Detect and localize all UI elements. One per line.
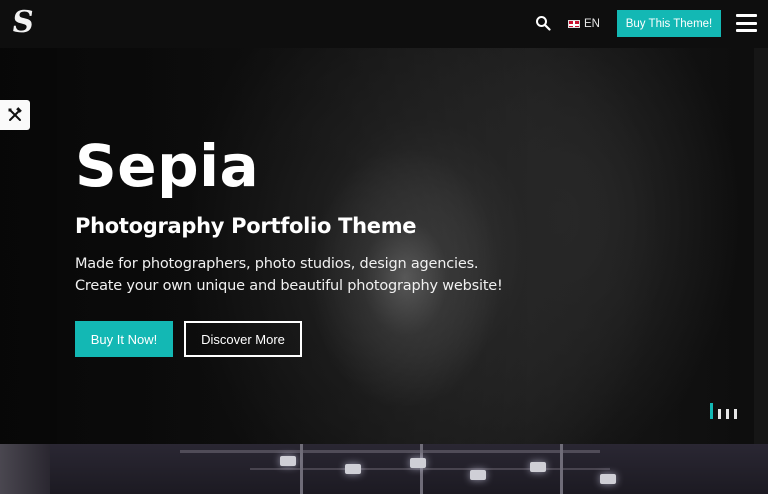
slider-pagination <box>710 403 737 419</box>
slide-indicator-1[interactable] <box>710 403 713 419</box>
hero-slider: Sepia Photography Portfolio Theme Made f… <box>0 48 768 444</box>
hamburger-bar <box>736 21 757 25</box>
tools-icon[interactable] <box>0 100 30 130</box>
stage-beam <box>560 444 563 494</box>
stage-light <box>530 462 546 472</box>
language-code: EN <box>584 18 600 30</box>
search-icon[interactable] <box>535 15 551 31</box>
hero-title: Sepia <box>75 132 260 200</box>
slide-indicator-4[interactable] <box>734 409 737 419</box>
language-switcher[interactable]: EN <box>568 16 600 32</box>
stage-truss <box>180 450 600 453</box>
scrollbar-track[interactable] <box>754 48 768 444</box>
next-section-preview-image <box>0 444 768 494</box>
discover-more-button[interactable]: Discover More <box>184 321 302 357</box>
stage-light <box>410 458 426 468</box>
stage-light <box>470 470 486 480</box>
stage-beam <box>420 444 423 494</box>
site-logo[interactable]: S <box>9 5 37 40</box>
hero-subtitle: Photography Portfolio Theme <box>75 214 417 238</box>
stage-light <box>345 464 361 474</box>
stage-truss <box>250 468 610 470</box>
hamburger-bar <box>736 14 757 17</box>
stage-beam <box>300 444 303 494</box>
uk-flag-icon <box>568 20 580 28</box>
hamburger-bar <box>736 29 757 32</box>
slide-indicator-3[interactable] <box>726 409 729 419</box>
hero-overlay <box>0 48 768 444</box>
hero-description: Made for photographers, photo studios, d… <box>75 253 535 297</box>
hero-description-line: Made for photographers, photo studios, d… <box>75 256 479 272</box>
preview-wall <box>0 444 50 494</box>
buy-it-now-button[interactable]: Buy It Now! <box>75 321 173 357</box>
page: S EN Buy This Theme! Sepia Photography P… <box>0 0 768 494</box>
hamburger-menu-icon[interactable] <box>736 14 757 32</box>
buy-theme-button[interactable]: Buy This Theme! <box>617 10 721 37</box>
stage-light <box>280 456 296 466</box>
slide-indicator-2[interactable] <box>718 409 721 419</box>
logo-glyph: S <box>9 5 37 40</box>
site-header: S EN Buy This Theme! <box>0 0 768 48</box>
hero-description-line: Create your own unique and beautiful pho… <box>75 278 503 294</box>
stage-light <box>600 474 616 484</box>
